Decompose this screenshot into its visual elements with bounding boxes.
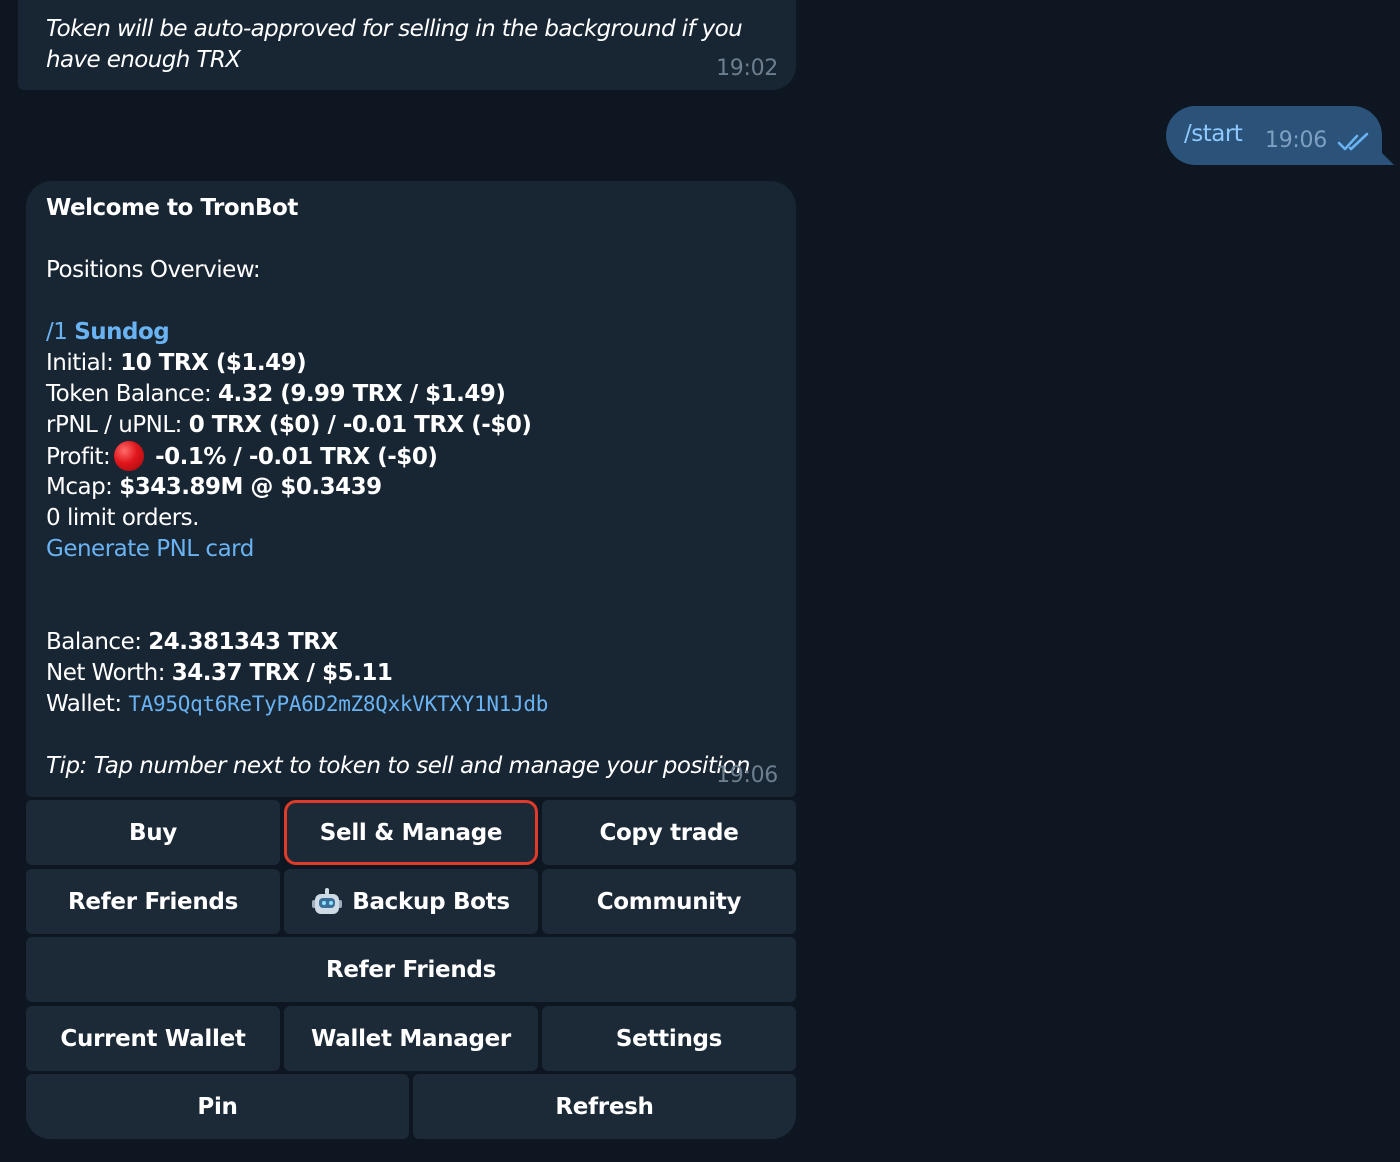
- positions-heading: Positions Overview:: [46, 257, 261, 283]
- wallet-label: Wallet:: [46, 691, 122, 717]
- initial-value: 10 TRX ($1.49): [120, 350, 307, 376]
- limit-orders-text: 0 limit orders.: [46, 505, 199, 531]
- generate-pnl-card-link[interactable]: Generate PNL card: [46, 536, 254, 562]
- keyboard-row-5: Pin Refresh: [26, 1074, 796, 1139]
- current-wallet-button[interactable]: Current Wallet: [26, 1006, 280, 1071]
- token-balance-value: 4.32 (9.99 TRX / $1.49): [218, 381, 506, 407]
- message-time: 19:02: [716, 56, 778, 81]
- pnl-label: rPNL / uPNL:: [46, 412, 182, 438]
- robot-icon: [312, 887, 343, 916]
- wallet-manager-button[interactable]: Wallet Manager: [284, 1006, 538, 1071]
- refer-friends-button[interactable]: Refer Friends: [26, 869, 280, 934]
- outgoing-message-bubble: /start 19:06: [1166, 106, 1394, 165]
- initial-label: Initial:: [46, 350, 114, 376]
- net-worth-value: 34.37 TRX / $5.11: [171, 660, 393, 686]
- net-worth-row: Net Worth: 34.37 TRX / $5.11: [46, 658, 786, 689]
- settings-button[interactable]: Settings: [542, 1006, 796, 1071]
- start-command-link[interactable]: /start: [1184, 121, 1243, 147]
- position-header: /1 Sundog: [46, 317, 786, 348]
- backup-bots-label: Backup Bots: [352, 888, 510, 915]
- mcap-value: $343.89M @ $0.3439: [119, 474, 382, 500]
- previous-message-text: Token will be auto-approved for selling …: [46, 16, 743, 73]
- position-index-link[interactable]: /1: [46, 319, 68, 345]
- sell-manage-button[interactable]: Sell & Manage: [284, 800, 538, 865]
- token-name-link[interactable]: Sundog: [74, 319, 170, 345]
- bot-message-body: Welcome to TronBot Positions Overview: /…: [46, 193, 786, 782]
- welcome-title: Welcome to TronBot: [46, 195, 298, 221]
- keyboard-row-3: Refer Friends: [26, 937, 796, 1002]
- pin-button[interactable]: Pin: [26, 1074, 409, 1139]
- message-time: 19:06: [1265, 128, 1327, 153]
- bubble-tail: [1376, 147, 1394, 165]
- profit-label: Profit:: [46, 444, 111, 470]
- tip-text: Tip: Tap number next to token to sell an…: [46, 753, 750, 779]
- refer-friends-wide-button[interactable]: Refer Friends: [26, 937, 796, 1002]
- wallet-address-code[interactable]: TA95Qqt6ReTyPA6D2mZ8QxkVKTXY1N1Jdb: [128, 692, 548, 716]
- net-worth-label: Net Worth:: [46, 660, 165, 686]
- copy-trade-button[interactable]: Copy trade: [542, 800, 796, 865]
- wallet-row: Wallet: TA95Qqt6ReTyPA6D2mZ8QxkVKTXY1N1J…: [46, 689, 786, 720]
- bot-message-bubble: Welcome to TronBot Positions Overview: /…: [26, 181, 796, 797]
- message-time: 19:06: [716, 763, 778, 788]
- mcap-label: Mcap:: [46, 474, 113, 500]
- buy-button[interactable]: Buy: [26, 800, 280, 865]
- keyboard-row-4: Current Wallet Wallet Manager Settings: [26, 1006, 796, 1071]
- token-balance-row: Token Balance: 4.32 (9.99 TRX / $1.49): [46, 379, 786, 410]
- profit-row: Profit: -0.1% / -0.01 TRX (-$0): [46, 441, 786, 472]
- backup-bots-button[interactable]: Backup Bots: [284, 869, 538, 934]
- refresh-button[interactable]: Refresh: [413, 1074, 796, 1139]
- balance-label: Balance:: [46, 629, 142, 655]
- red-circle-icon: [114, 441, 145, 471]
- profit-value: -0.1% / -0.01 TRX (-$0): [155, 444, 438, 470]
- community-button[interactable]: Community: [542, 869, 796, 934]
- initial-row: Initial: 10 TRX ($1.49): [46, 348, 786, 379]
- pnl-value: 0 TRX ($0) / -0.01 TRX (-$0): [188, 412, 532, 438]
- pnl-row: rPNL / uPNL: 0 TRX ($0) / -0.01 TRX (-$0…: [46, 410, 786, 441]
- balance-row: Balance: 24.381343 TRX: [46, 627, 786, 658]
- mcap-row: Mcap: $343.89M @ $0.3439: [46, 472, 786, 503]
- token-balance-label: Token Balance:: [46, 381, 212, 407]
- keyboard-row-1: Buy Sell & Manage Copy trade: [26, 800, 796, 865]
- keyboard-row-2: Refer Friends Backup Bots Community: [26, 869, 796, 934]
- previous-message-bubble: Token will be auto-approved for selling …: [18, 0, 796, 90]
- balance-value: 24.381343 TRX: [148, 629, 338, 655]
- read-checkmarks-icon: [1337, 132, 1369, 151]
